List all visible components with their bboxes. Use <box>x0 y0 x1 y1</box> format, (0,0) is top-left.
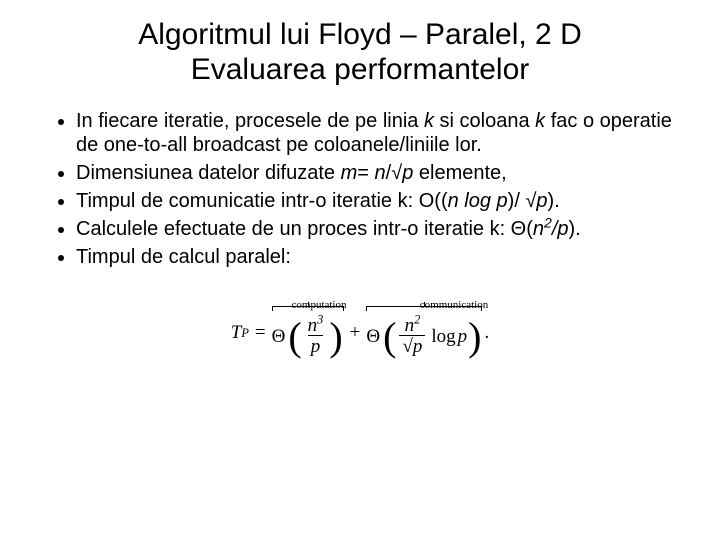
b2-var-m: m <box>341 162 358 184</box>
theta-2: Θ <box>366 326 382 348</box>
overbrace-2 <box>366 306 482 315</box>
theta-1: Θ <box>272 326 288 348</box>
b1-text-mid: si coloana <box>434 110 535 132</box>
b4-post: ). <box>569 218 581 240</box>
b1-var-k1: k <box>424 110 434 132</box>
title-line-1: Algoritmul lui Floyd – Paralel, 2 D <box>138 18 582 51</box>
b1-var-k2: k <box>535 110 545 132</box>
b3-var-p: p <box>536 190 547 212</box>
b2-text-post: elemente, <box>413 162 506 184</box>
plus-sign: + <box>344 322 367 344</box>
lparen-2: ( <box>382 317 397 357</box>
formula-period: . <box>482 322 489 344</box>
frac-2: n2 √p <box>397 316 427 359</box>
term-computation: Θ ( n3 p ) <box>272 308 344 359</box>
b3-log: log p <box>459 190 508 212</box>
b5-text: Timpul de calcul paralel: <box>76 246 291 268</box>
tp-T: T <box>231 322 242 344</box>
b2-eq: = <box>357 162 374 184</box>
slide-title: Algoritmul lui Floyd – Paralel, 2 D Eval… <box>40 18 680 87</box>
formula: computation communication TP = Θ ( n3 p <box>211 299 509 359</box>
frac-1: n3 p <box>303 316 329 359</box>
bullet-5: Timpul de calcul paralel: <box>76 245 680 269</box>
formula-area: computation communication TP = Θ ( n3 p <box>40 299 680 359</box>
bullet-4: Calculele efectuate de un proces intr-o … <box>76 217 680 241</box>
b4-var-n: n <box>533 218 544 240</box>
b2-var-p: p <box>402 162 413 184</box>
term-communication: Θ ( n2 √p logp ) <box>366 308 482 359</box>
bullet-list: In fiecare iteratie, procesele de pe lin… <box>50 109 680 269</box>
b1-text-pre: In fiecare iteratie, procesele de pe lin… <box>76 110 424 132</box>
f2-p: p <box>413 336 423 357</box>
bullet-2: Dimensiunea datelor difuzate m= n/√p ele… <box>76 161 680 185</box>
f2-n: n <box>405 315 415 336</box>
b3-post: ). <box>548 190 560 212</box>
equation-row: TP = Θ ( n3 p ) + <box>211 308 509 359</box>
rparen-2: ) <box>467 317 482 357</box>
log-text: log <box>431 326 455 347</box>
b4-text-pre: Calculele efectuate de un proces intr-o … <box>76 218 533 240</box>
b3-var-n: n <box>448 190 459 212</box>
f2-radic: √ <box>402 336 412 357</box>
b3-text-pre: Timpul de comunicatie intr-o iteratie k:… <box>76 190 448 212</box>
title-line-2: Evaluarea performantelor <box>191 53 530 86</box>
rparen-1: ) <box>328 317 343 357</box>
bullet-3: Timpul de comunicatie intr-o iteratie k:… <box>76 189 680 213</box>
b3-mid: )/ √ <box>508 190 537 212</box>
b2-text-pre: Dimensiunea datelor difuzate <box>76 162 341 184</box>
b2-var-n: n <box>375 162 386 184</box>
f1-den: p <box>308 335 324 359</box>
f1-n: n <box>308 315 318 336</box>
lparen-1: ( <box>287 317 302 357</box>
b2-slash-root: /√ <box>386 162 403 184</box>
b4-var-p: p <box>557 218 568 240</box>
equals-sign: = <box>249 322 272 344</box>
log-p: p <box>456 326 468 347</box>
overbrace-1 <box>272 306 344 315</box>
b4-exp: 2 <box>544 214 552 230</box>
bullet-1: In fiecare iteratie, procesele de pe lin… <box>76 109 680 157</box>
